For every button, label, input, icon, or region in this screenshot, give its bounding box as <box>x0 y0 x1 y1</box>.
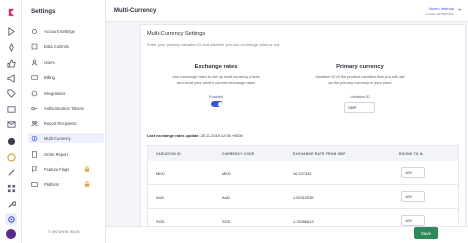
rocket-icon[interactable] <box>5 41 17 53</box>
store-subtitle: xmaefe-9070625070 <box>425 12 454 16</box>
last-rates-update: Last exchange rates update: 25.11.2019 1… <box>147 133 243 138</box>
exchange-rates-toggle[interactable] <box>211 101 223 107</box>
play-icon[interactable] <box>5 25 17 37</box>
key-icon <box>31 106 38 110</box>
sidebar-item-data-controls[interactable]: Data Controls <box>28 41 104 51</box>
variation-id-input[interactable]: GBP <box>344 102 375 113</box>
exchange-rates-text-2: and send your store's current exchange r… <box>177 80 255 85</box>
variation-id-label: Variation ID <box>350 95 370 99</box>
mail-icon[interactable] <box>5 118 17 130</box>
user-icon <box>31 59 38 65</box>
column-header-exchange-rate[interactable]: EXCHANGE RATE FROM GBP <box>293 152 346 156</box>
page-title: Multi-Currency <box>114 8 157 14</box>
toggle-knob <box>217 101 223 107</box>
lock-icon <box>84 181 90 187</box>
sidebar-item-label: Account Settings <box>44 28 75 34</box>
facebook-icon[interactable] <box>5 135 17 147</box>
variation-id-cell: AUD <box>156 195 165 200</box>
round-to-input[interactable]: 100 <box>401 167 425 178</box>
settings-gear-icon[interactable] <box>5 213 17 225</box>
grid-icon[interactable] <box>5 182 17 194</box>
chevron-down-icon[interactable] <box>457 7 462 12</box>
platform-icon <box>31 181 38 187</box>
inbox-icon[interactable] <box>5 103 17 115</box>
table-row: MKD MKD 10.227343 100 <box>147 161 459 185</box>
brush-icon[interactable] <box>5 166 17 178</box>
thumbs-up-icon[interactable] <box>5 57 17 69</box>
exchange-rates-heading: Exchange rates <box>194 64 238 70</box>
table-header: VARIATION ID CURRENCY CODE EXCHANGE RATE… <box>147 145 459 161</box>
report-icon <box>32 150 37 158</box>
sidebar-item-label: Billing <box>44 74 55 80</box>
sidebar-footer: © MOWNIN WAIN <box>48 230 80 234</box>
save-button[interactable]: Save <box>414 227 438 239</box>
exchange-rate-cell: 1.78356613 <box>293 219 314 224</box>
flag-icon <box>32 165 38 172</box>
brand-logo-icon[interactable] <box>5 6 17 18</box>
lock-icon <box>84 166 90 172</box>
sidebar-item-label: Authentication Tokens <box>44 105 84 111</box>
currency-code-cell: MKD <box>222 171 231 176</box>
sidebar-item-users[interactable]: Users <box>28 57 104 67</box>
round-to-input[interactable]: 100 <box>401 191 425 202</box>
gear-icon <box>32 28 37 34</box>
sidebar-item-label: Users <box>44 59 55 65</box>
sidebar-item-multi-currency[interactable]: Multi-Currency <box>28 133 104 143</box>
exchange-rate-cell: 1.92412035 <box>293 195 314 200</box>
sidebar-item-integrations[interactable]: Integrations <box>28 88 104 98</box>
sidebar-item-order-report[interactable]: Order Report <box>28 149 104 159</box>
chart-icon[interactable] <box>5 151 17 163</box>
primary-currency-heading: Primary currency <box>336 64 384 70</box>
sidebar-item-feature-flags[interactable]: Feature Flags <box>28 164 104 174</box>
people-icon <box>31 120 38 126</box>
multi-currency-card: Multi-Currency Settings Enter your prima… <box>140 24 466 243</box>
sidebar-item-label: Integrations <box>44 90 66 96</box>
sidebar-item-label: Data Controls <box>44 43 70 49</box>
last-rates-value: 25.11.2019 12:05 +0000 <box>200 133 243 138</box>
variation-id-cell: MKD <box>156 171 165 176</box>
sidebar-item-account-settings[interactable]: Account Settings <box>28 26 104 36</box>
sidebar-item-label: Order Report <box>44 151 68 157</box>
card-description: Enter your primary variation ID and whet… <box>147 42 281 47</box>
sidebar-item-report-recipients[interactable]: Report Recipients <box>28 118 104 128</box>
tag-icon[interactable] <box>5 87 17 99</box>
column-header-round-to[interactable]: ROUND TO ⊘ <box>399 152 423 156</box>
column-header-variation-id[interactable]: VARIATION ID <box>156 152 181 156</box>
sidebar-item-label: Report Recipients <box>44 120 77 126</box>
icon-rail <box>0 0 22 243</box>
currency-icon <box>31 135 38 141</box>
round-to-input[interactable]: 100 <box>401 215 425 226</box>
user-avatar[interactable] <box>6 229 16 239</box>
exchange-rate-cell: 10.227343 <box>293 171 312 176</box>
sidebar-item-platform[interactable]: Platform <box>28 179 104 189</box>
card-title: Multi-Currency Settings <box>147 31 206 37</box>
sidebar-item-label: Platform <box>44 181 60 187</box>
sidebar-item-label: Feature Flags <box>44 166 70 172</box>
sidebar-title: Settings <box>31 8 56 15</box>
variation-id-cell: SGD <box>156 219 165 224</box>
sidebar-item-billing[interactable]: Billing <box>28 72 104 82</box>
primary-currency-text-2: as the primary currency in your store <box>328 80 392 85</box>
column-header-currency-code[interactable]: CURRENCY CODE <box>222 152 254 156</box>
settings-sidebar: Settings Account Settings Data Controls … <box>22 0 106 243</box>
sidebar-item-label: Multi-Currency <box>44 135 71 141</box>
wrench-icon[interactable] <box>5 198 17 210</box>
billing-icon <box>31 74 38 80</box>
data-icon <box>31 43 38 49</box>
sidebar-item-authentication-tokens[interactable]: Authentication Tokens <box>28 103 104 113</box>
megaphone-icon[interactable] <box>5 72 17 84</box>
table-row: AUD AUD 1.92412035 100 <box>147 185 459 209</box>
currency-code-cell: AUD <box>222 195 231 200</box>
currency-code-cell: SGD <box>222 219 231 224</box>
last-rates-label: Last exchange rates update: <box>147 133 200 138</box>
plug-icon <box>31 90 38 96</box>
top-header: Multi-Currency Noelo Internal xmaefe-907… <box>106 0 468 22</box>
exchange-toggle-label: Enabled <box>209 95 223 99</box>
store-name[interactable]: Noelo Internal <box>429 6 454 11</box>
